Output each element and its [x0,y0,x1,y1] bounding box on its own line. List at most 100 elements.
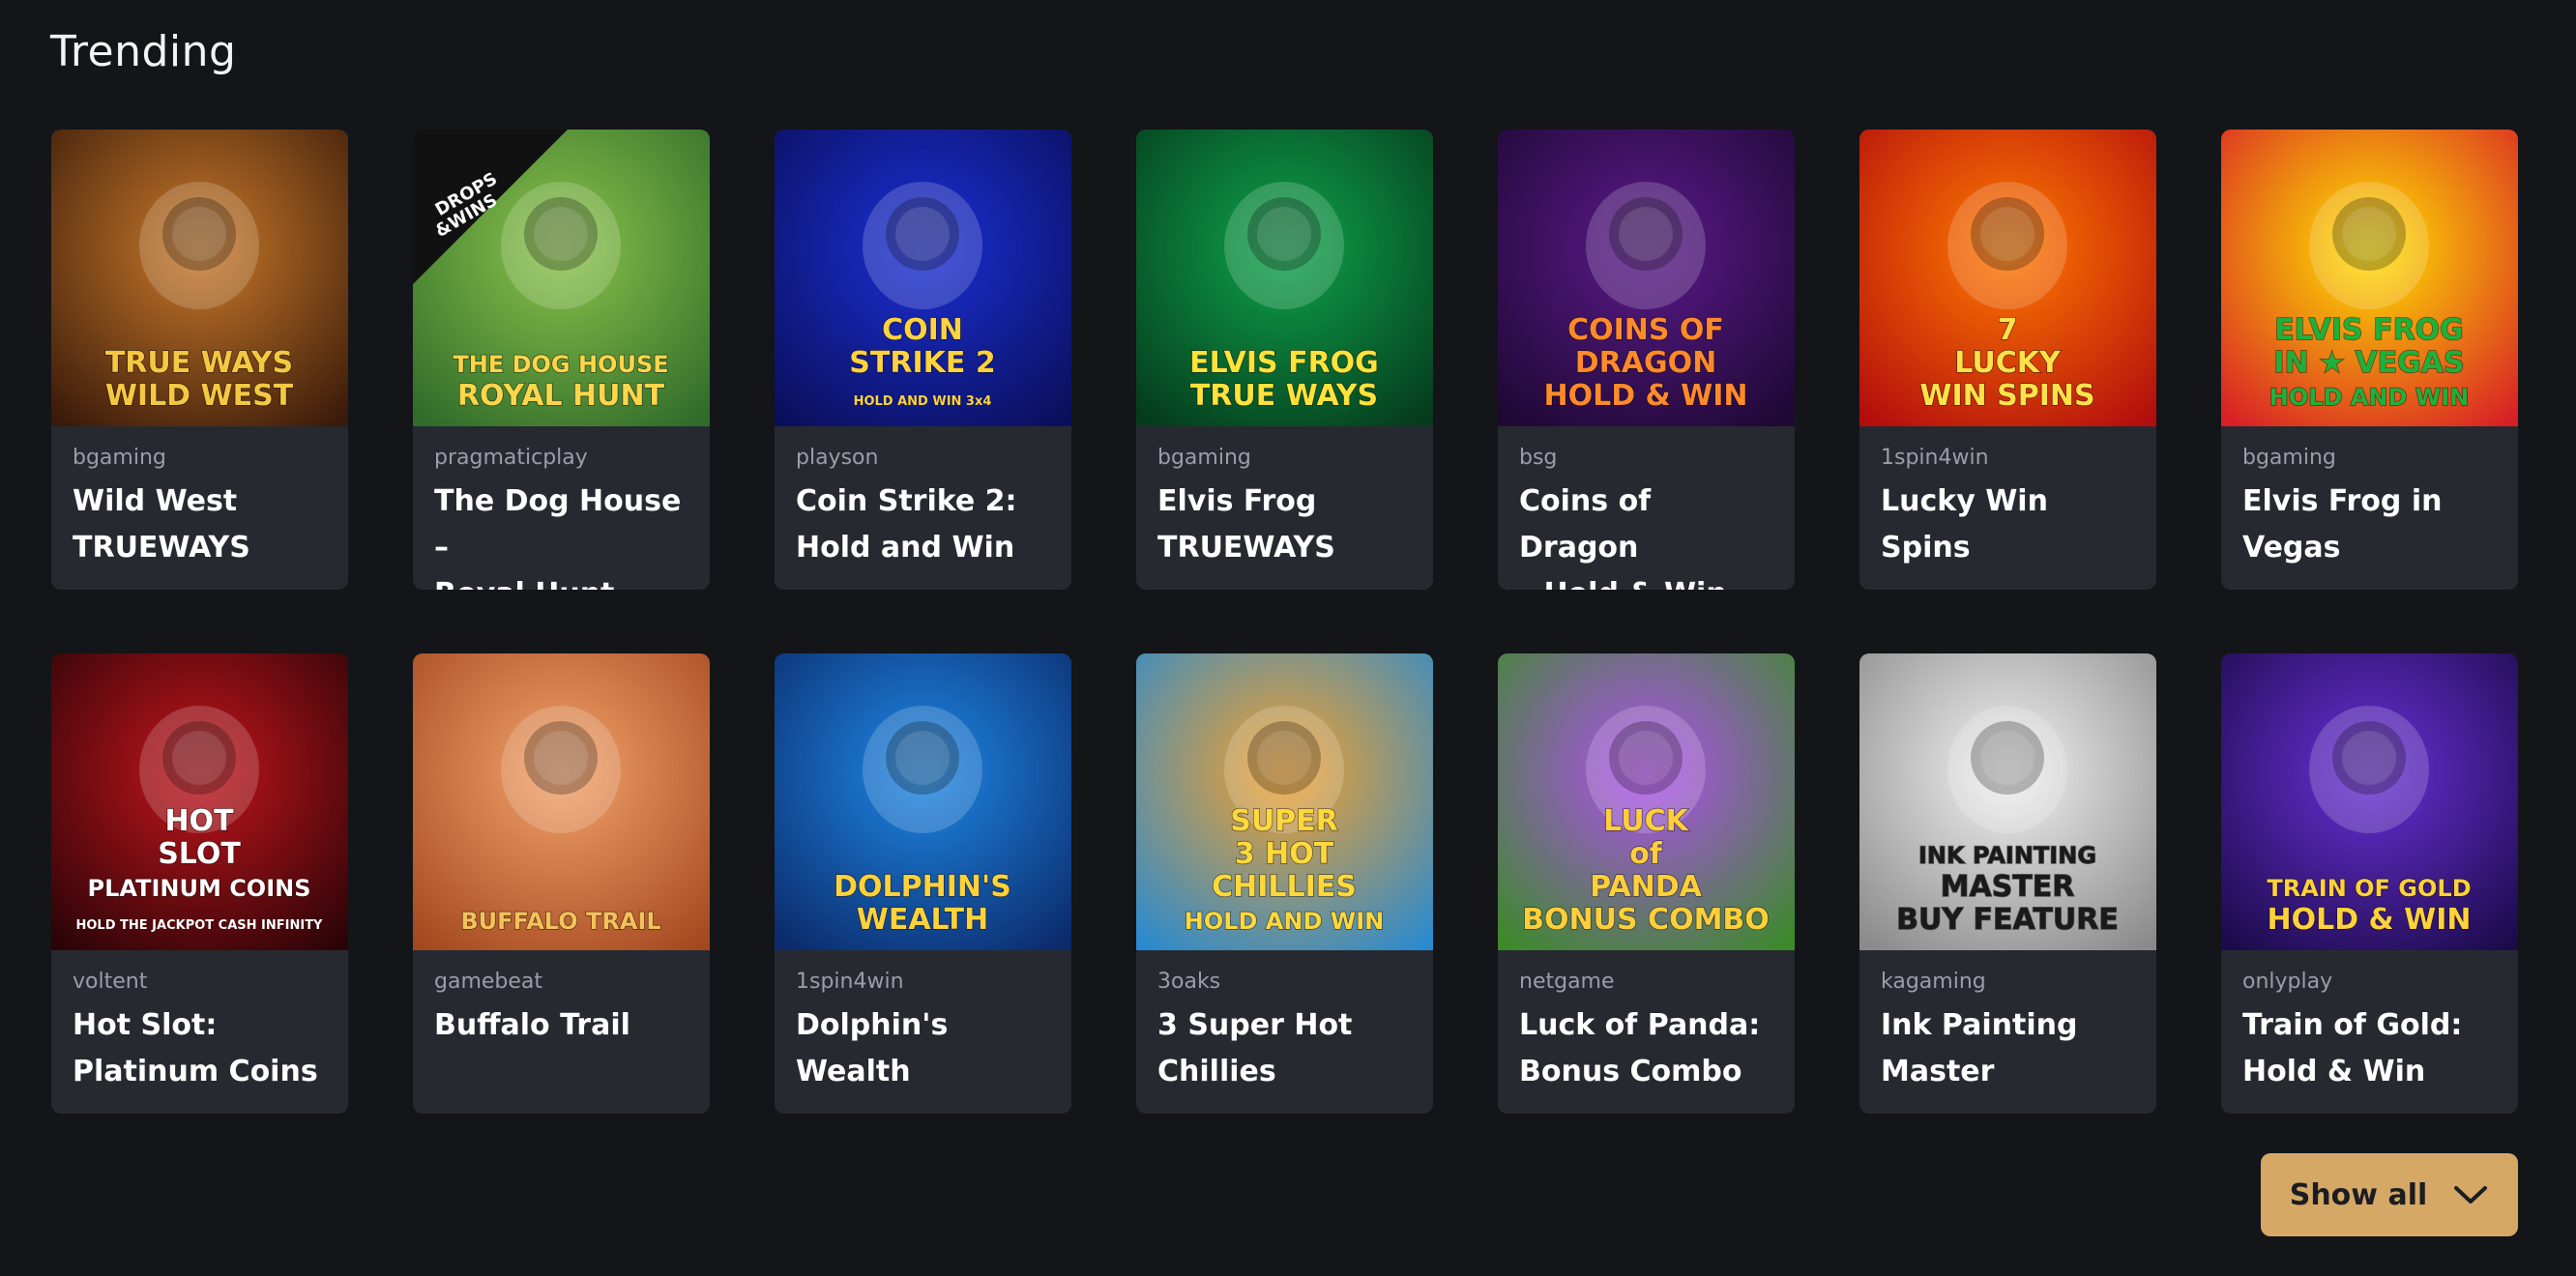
artwork-text: TRUE WAYS [105,346,293,380]
artwork-text: PLATINUM COINS [87,875,310,902]
game-meta: 1spin4win Lucky Win Spins [1859,426,2156,571]
game-artwork: TRAIN OF GOLDHOLD & WIN [2221,653,2518,950]
game-title[interactable]: Dolphin's Wealth [796,1002,1050,1095]
artwork-text: HOLD THE JACKPOT CASH INFINITY [76,918,324,933]
artwork-text: DOLPHIN'S [834,870,1011,904]
artwork-text: BUY FEATURE [1896,903,2119,937]
game-provider: voltent [73,970,148,994]
game-thumbnail[interactable]: COINS OF DRAGON HOLD & WIN [1498,130,1795,426]
game-thumbnail[interactable]: COIN STRIKE 2 HOLD AND WIN 3x4 [775,130,1071,426]
game-thumbnail[interactable]: INK PAINTING MASTER BUY FEATURE [1859,653,2156,950]
game-card[interactable]: TRUE WAYS WILD WEST bgaming Wild West TRUEWA… [51,130,348,590]
game-thumbnail[interactable]: SUPER 3 HOT CHILLIES HOLD AND WIN [1136,653,1433,950]
game-thumbnail[interactable]: DOLPHIN'S WEALTH [775,653,1071,950]
artwork-text: 7 [1998,313,2018,347]
game-title-line: Platinum Coins [73,1055,318,1088]
game-title[interactable]: Hot Slot: Platinum Coins [73,1002,327,1095]
game-title[interactable]: Lucky Win Spins [1881,478,2135,571]
game-card[interactable]: ELVIS FROG TRUE WAYS bgaming Elvis Frog TRUE… [1136,130,1433,590]
cowgirl-icon [139,182,259,309]
game-thumbnail[interactable]: BUFFALO TRAIL [413,653,710,950]
game-provider: playson [796,446,879,470]
game-card[interactable]: TRAIN OF GOLD HOLD & WIN onlyplay Train of … [2221,653,2518,1114]
game-meta: playson Coin Strike 2: Hold and Win [775,426,1071,571]
game-meta: 1spin4win Dolphin's Wealth [775,950,1071,1095]
game-title[interactable]: Wild West TRUEWAYS [73,478,327,571]
game-artwork: BUFFALO TRAIL [413,653,710,950]
game-provider: gamebeat [434,970,543,994]
artwork-text: HOLD AND WIN [2269,384,2469,411]
show-all-button[interactable]: Show all [2261,1153,2518,1236]
game-meta: bgaming Wild West TRUEWAYS [51,426,348,571]
game-title-line: Chillies [1157,1055,1276,1088]
game-title[interactable]: Train of Gold: Hold & Win [2242,1002,2497,1095]
game-title-line: Dolphin's Wealth [796,1008,949,1088]
game-title-line: Coin Strike 2: [796,484,1017,518]
artwork-text: HOLD & WIN [2267,903,2471,937]
buffalo-icon [501,706,621,833]
frog-icon [2309,182,2429,309]
game-title-line: Wild West [73,484,238,518]
artwork-text: COINS OF [1567,313,1724,347]
game-card[interactable]: SUPER 3 HOT CHILLIES HOLD AND WIN 3oaks 3 Sup… [1136,653,1433,1114]
game-artwork: LUCKofPANDABONUS COMBO [1498,653,1795,950]
game-artwork: SUPER3 HOTCHILLIES HOLD AND WIN [1136,653,1433,950]
game-title[interactable]: Elvis Frog in Vegas [2242,478,2497,571]
artwork-text: ELVIS FROG [1189,346,1379,380]
game-title[interactable]: The Dog House – Royal Hunt [434,478,688,590]
artwork-text: HOT [164,804,234,838]
game-card[interactable]: BUFFALO TRAIL gamebeat Buffalo Trail [413,653,710,1114]
game-provider: 1spin4win [796,970,904,994]
game-thumbnail[interactable]: THE DOG HOUSE ROYAL HUNT DROPS &WINS [413,130,710,426]
game-thumbnail[interactable]: ELVIS FROG IN ★ VEGAS HOLD AND WIN [2221,130,2518,426]
game-thumbnail[interactable]: TRAIN OF GOLD HOLD & WIN [2221,653,2518,950]
game-title-line: Hot Slot: [73,1008,218,1042]
game-card[interactable]: COIN STRIKE 2 HOLD AND WIN 3x4 playson Coin … [775,130,1071,590]
game-title[interactable]: Coin Strike 2: Hold and Win [796,478,1050,571]
game-meta: bsg Coins of Dragon – Hold & Win [1498,426,1795,590]
game-card[interactable]: COINS OF DRAGON HOLD & WIN bsg Coins of Drag… [1498,130,1795,590]
game-card[interactable]: 7 LUCKY WIN SPINS 1spin4win Lucky Win Spins [1859,130,2156,590]
artwork-text: SUPER [1230,804,1338,838]
game-meta: kagaming Ink Painting Master [1859,950,2156,1095]
artwork-text: CHILLIES [1212,870,1357,904]
game-provider: netgame [1519,970,1615,994]
game-title[interactable]: Coins of Dragon – Hold & Win [1519,478,1773,590]
game-provider: 3oaks [1157,970,1221,994]
game-title-line: Hold & Win [2242,1055,2426,1088]
game-card[interactable]: DOLPHIN'S WEALTH 1spin4win Dolphin's Wealth [775,653,1071,1114]
games-grid: TRUE WAYS WILD WEST bgaming Wild West TRUEWA… [51,130,2518,1114]
game-card[interactable]: HOT SLOT PLATINUM COINS HOLD THE JACKPOT CA… [51,653,348,1114]
game-title-line: Luck of Panda: [1519,1008,1761,1042]
game-title-line: The Dog House – [434,484,682,565]
game-meta: bgaming Elvis Frog TRUEWAYS [1136,426,1433,571]
artwork-text: ROYAL HUNT [457,379,665,413]
game-artwork: TRUE WAYSWILD WEST [51,130,348,426]
game-title[interactable]: 3 Super Hot Chillies [1157,1002,1412,1095]
game-title-line: – Hold & Win [1519,571,1773,590]
game-thumbnail[interactable]: ELVIS FROG TRUE WAYS [1136,130,1433,426]
artwork-text: STRIKE 2 [849,346,995,380]
game-thumbnail[interactable]: 7 LUCKY WIN SPINS [1859,130,2156,426]
game-title-line: Elvis Frog [1157,484,1317,518]
game-title[interactable]: Luck of Panda: Bonus Combo [1519,1002,1773,1095]
game-thumbnail[interactable]: TRUE WAYS WILD WEST [51,130,348,426]
game-card[interactable]: INK PAINTING MASTER BUY FEATURE kagaming Ink… [1859,653,2156,1114]
show-all-label: Show all [2289,1177,2428,1212]
artwork-text: LUCK [1603,804,1689,838]
game-title[interactable]: Elvis Frog TRUEWAYS [1157,478,1412,571]
game-artwork: 7LUCKYWIN SPINS [1859,130,2156,426]
artwork-text: BONUS COMBO [1522,903,1770,937]
artwork-text: HOLD AND WIN [1185,908,1384,935]
chevron-down-icon [2454,1186,2488,1204]
game-card[interactable]: LUCK of PANDA BONUS COMBO netgame Luck of Pan… [1498,653,1795,1114]
artwork-text: BUFFALO TRAIL [460,908,660,935]
game-title-line: TRUEWAYS [1157,531,1335,565]
game-title[interactable]: Ink Painting Master [1881,1002,2135,1095]
game-card[interactable]: THE DOG HOUSE ROYAL HUNT DROPS &WINS pragmat… [413,130,710,590]
game-provider: kagaming [1881,970,1986,994]
game-thumbnail[interactable]: HOT SLOT PLATINUM COINS HOLD THE JACKPOT CA… [51,653,348,950]
game-title[interactable]: Buffalo Trail [434,1002,688,1049]
game-card[interactable]: ELVIS FROG IN ★ VEGAS HOLD AND WIN bgaming E… [2221,130,2518,590]
game-thumbnail[interactable]: LUCK of PANDA BONUS COMBO [1498,653,1795,950]
